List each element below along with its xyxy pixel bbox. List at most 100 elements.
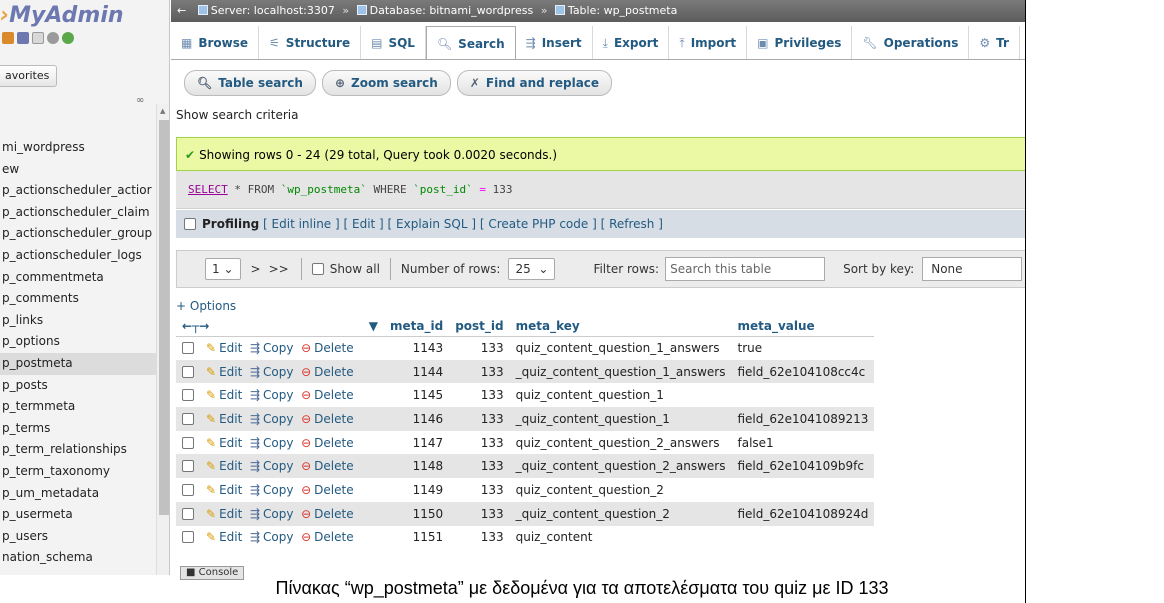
row-checkbox[interactable] xyxy=(182,412,194,425)
cell-meta-id[interactable]: 1148 xyxy=(384,454,450,479)
sql-select-keyword[interactable]: SELECT xyxy=(188,183,228,196)
edit-button[interactable]: ✎ Edit xyxy=(206,459,242,473)
sort-desc-icon[interactable]: ▼ xyxy=(369,319,378,333)
cell-post-id[interactable]: 133 xyxy=(449,478,510,502)
cell-meta-value[interactable]: field_62e104108cc4c xyxy=(731,359,875,384)
cell-meta-id[interactable]: 1147 xyxy=(384,430,450,455)
row-checkbox[interactable] xyxy=(182,460,194,473)
tab-structure[interactable]: ⚟ Structure xyxy=(259,26,362,59)
cell-post-id[interactable]: 133 xyxy=(449,359,510,384)
nav-tree-item[interactable]: p_posts xyxy=(0,375,156,397)
copy-button[interactable]: ⇶ Copy xyxy=(250,412,294,426)
nav-tree-item[interactable]: nation_schema xyxy=(0,547,156,569)
breadcrumb-table[interactable]: Table: wp_postmeta xyxy=(568,4,677,17)
delete-button[interactable]: ⊖ Delete xyxy=(301,388,354,402)
column-header-meta-key[interactable]: meta_key xyxy=(509,316,732,337)
cell-meta-key[interactable]: _quiz_content_question_1_answers xyxy=(509,359,732,384)
edit-button[interactable]: ✎ Edit xyxy=(206,507,242,521)
link-icon[interactable]: ∞ xyxy=(136,95,144,106)
cell-meta-value[interactable]: true xyxy=(731,336,875,360)
nav-tree-item[interactable]: p_um_metadata xyxy=(0,483,156,505)
cell-post-id[interactable]: 133 xyxy=(449,501,510,526)
tab-search[interactable]: 🔍︎ Search xyxy=(425,26,516,59)
edit-button[interactable]: ✎ Edit xyxy=(206,530,242,544)
nav-tree-item[interactable]: p_links xyxy=(0,310,156,332)
nav-tree-item[interactable]: p_terms xyxy=(0,418,156,440)
delete-button[interactable]: ⊖ Delete xyxy=(301,436,354,450)
edit-button[interactable]: ✎ Edit xyxy=(206,483,242,497)
query-action-links[interactable]: [ Edit inline ] [ Edit ] [ Explain SQL ]… xyxy=(263,217,663,231)
last-page-button[interactable]: >> xyxy=(269,262,289,276)
number-of-rows-select[interactable]: 25 ⌄ xyxy=(508,258,556,280)
copy-button[interactable]: ⇶ Copy xyxy=(250,436,294,450)
cell-meta-id[interactable]: 1145 xyxy=(384,383,450,408)
tab-insert[interactable]: ⇶ Insert xyxy=(516,26,593,59)
cell-meta-value[interactable] xyxy=(731,478,875,502)
tab-export[interactable]: ⤓ Export xyxy=(593,26,670,59)
copy-button[interactable]: ⇶ Copy xyxy=(250,365,294,379)
column-header-meta-value[interactable]: meta_value xyxy=(731,316,875,337)
nav-scrollbar[interactable]: ▲ ▼ xyxy=(156,104,169,575)
copy-button[interactable]: ⇶ Copy xyxy=(250,341,294,355)
next-page-button[interactable]: > xyxy=(251,262,261,276)
edit-button[interactable]: ✎ Edit xyxy=(206,341,242,355)
edit-button[interactable]: ✎ Edit xyxy=(206,436,242,450)
subtab-zoom-search[interactable]: ⊕ Zoom search xyxy=(321,70,451,96)
options-toggle[interactable]: + Options xyxy=(176,299,236,313)
cell-meta-id[interactable]: 1150 xyxy=(384,501,450,526)
cell-meta-key[interactable]: _quiz_content_question_1 xyxy=(509,407,732,431)
column-header-post-id[interactable]: post_id xyxy=(449,316,510,337)
nav-tree-item[interactable]: p_actionscheduler_actior xyxy=(0,180,156,202)
copy-button[interactable]: ⇶ Copy xyxy=(250,530,294,544)
cell-meta-value[interactable]: field_62e104109b9fc xyxy=(731,454,875,479)
tab-privileges[interactable]: ▣ Privileges xyxy=(747,26,853,59)
cell-post-id[interactable]: 133 xyxy=(449,336,510,360)
cell-meta-id[interactable]: 1144 xyxy=(384,359,450,384)
tab-operations[interactable]: 🔧︎ Operations xyxy=(852,26,970,59)
filter-rows-input[interactable]: Search this table xyxy=(665,257,826,281)
delete-button[interactable]: ⊖ Delete xyxy=(301,530,354,544)
profiling-checkbox[interactable] xyxy=(184,218,196,230)
subtab-table-search[interactable]: 🔍︎ Table search xyxy=(184,70,316,96)
delete-button[interactable]: ⊖ Delete xyxy=(301,412,354,426)
tab-triggers[interactable]: ⚙ Tr xyxy=(969,26,1020,59)
cell-post-id[interactable]: 133 xyxy=(449,430,510,455)
copy-button[interactable]: ⇶ Copy xyxy=(250,483,294,497)
tab-sql[interactable]: ▤ SQL xyxy=(361,26,426,59)
phpmyadmin-logo[interactable]: ›MyAdmin xyxy=(0,3,124,28)
delete-button[interactable]: ⊖ Delete xyxy=(301,483,354,497)
row-checkbox[interactable] xyxy=(182,389,194,402)
nav-tree-item[interactable]: p_comments xyxy=(0,288,156,310)
cell-meta-key[interactable]: _quiz_content_question_2_answers xyxy=(509,454,732,479)
copy-button[interactable]: ⇶ Copy xyxy=(250,507,294,521)
cell-meta-key[interactable]: quiz_content_question_2 xyxy=(509,478,732,502)
row-checkbox[interactable] xyxy=(182,531,194,544)
delete-button[interactable]: ⊖ Delete xyxy=(301,459,354,473)
row-checkbox[interactable] xyxy=(182,436,194,449)
nav-tree-item[interactable]: p_users xyxy=(0,526,156,548)
show-all-checkbox[interactable] xyxy=(311,263,324,275)
reload-icon[interactable] xyxy=(62,32,74,44)
cell-meta-id[interactable]: 1143 xyxy=(384,336,450,360)
cell-meta-value[interactable]: field_62e104108924d xyxy=(731,501,875,526)
nav-tree-item[interactable]: p_usermeta xyxy=(0,504,156,526)
nav-tree-item[interactable]: p_options xyxy=(0,331,156,353)
cell-post-id[interactable]: 133 xyxy=(449,383,510,408)
cell-meta-id[interactable]: 1151 xyxy=(384,525,450,550)
edit-button[interactable]: ✎ Edit xyxy=(206,412,242,426)
nav-tree-item[interactable]: ew xyxy=(0,159,156,181)
scroll-thumb[interactable] xyxy=(159,120,169,515)
cell-post-id[interactable]: 133 xyxy=(449,525,510,550)
cell-meta-id[interactable]: 1149 xyxy=(384,478,450,502)
copy-button[interactable]: ⇶ Copy xyxy=(250,388,294,402)
column-header-meta-id[interactable]: meta_id xyxy=(384,316,450,337)
back-arrow-icon[interactable]: ← xyxy=(177,4,186,17)
sort-by-key-select[interactable]: None xyxy=(922,257,1023,281)
cell-meta-value[interactable]: field_62e1041089213 xyxy=(731,407,875,431)
row-checkbox[interactable] xyxy=(182,342,194,355)
docs-icon[interactable] xyxy=(32,32,44,44)
nav-tree-item[interactable]: p_actionscheduler_logs xyxy=(0,245,156,267)
edit-button[interactable]: ✎ Edit xyxy=(206,388,242,402)
cell-post-id[interactable]: 133 xyxy=(449,454,510,479)
cell-meta-value[interactable] xyxy=(731,525,875,550)
